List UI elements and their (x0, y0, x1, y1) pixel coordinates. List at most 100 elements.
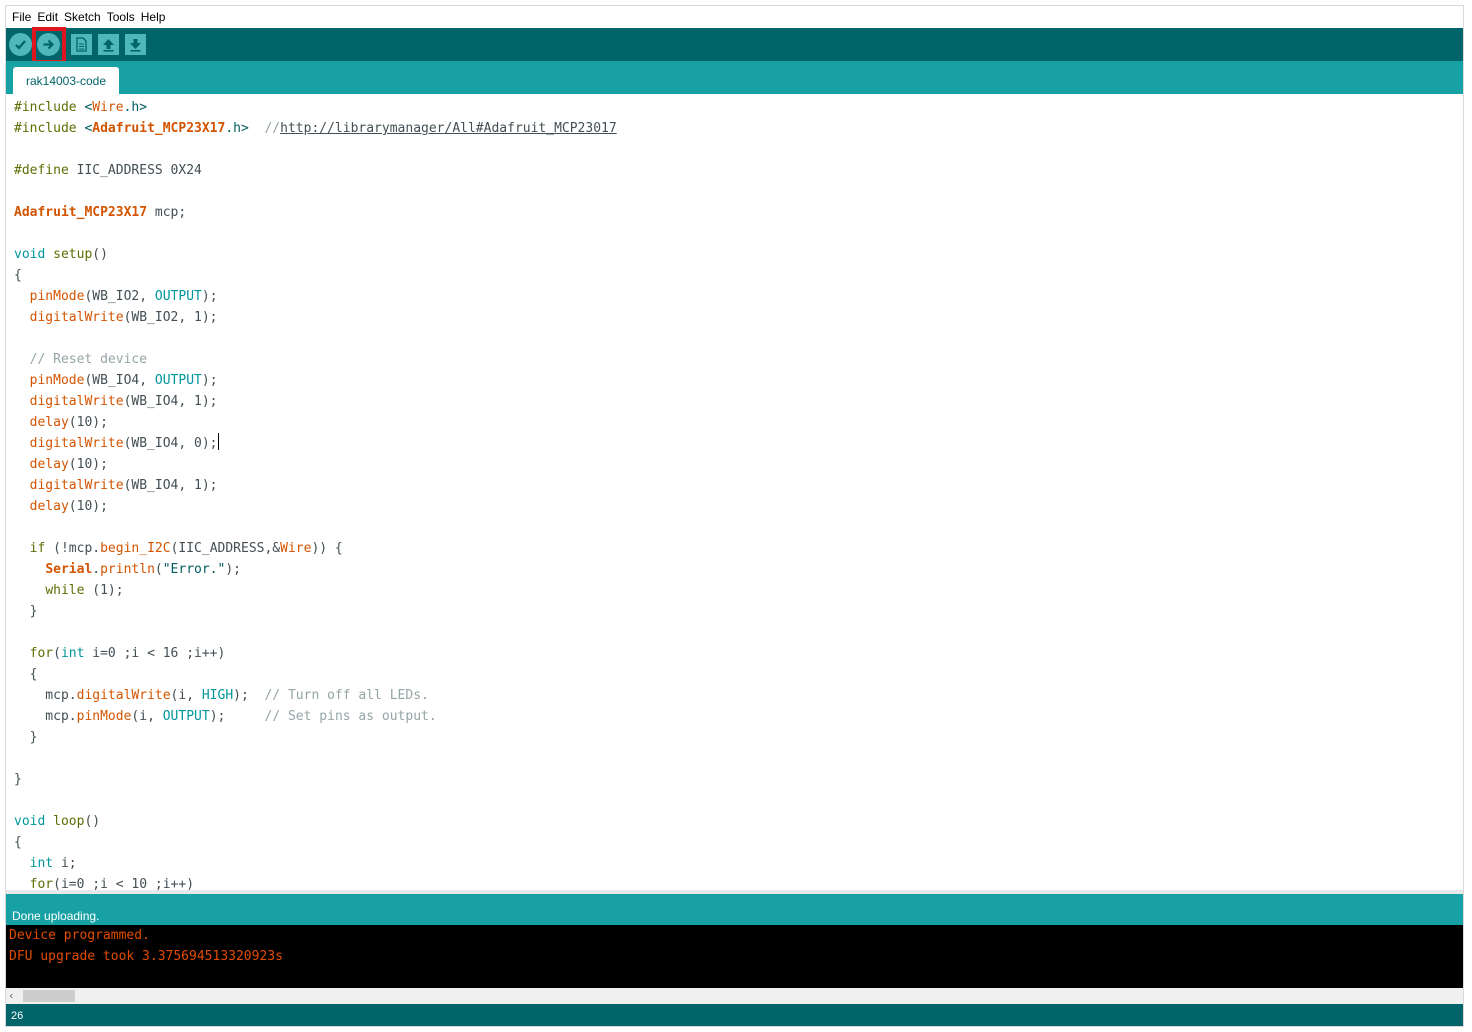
line-number: 26 (11, 1010, 24, 1022)
code-token: pinMode (29, 373, 85, 388)
code-token: int (29, 856, 54, 871)
code-token: // Set pins as output. (264, 709, 437, 724)
console-line: DFU upgrade took 3.375694513320923s (9, 949, 283, 964)
code-token: .h> (123, 100, 148, 115)
code-token: Adafruit_MCP23X17 (14, 205, 148, 220)
code-token: digitalWrite (76, 688, 171, 703)
open-icon (103, 38, 114, 52)
tab-sketch[interactable]: rak14003-code (13, 67, 119, 94)
code-token: println (100, 562, 155, 577)
code-line: { (14, 667, 38, 682)
code-token: digitalWrite (29, 436, 124, 451)
code-line: while (1); (45, 583, 124, 598)
menu-sketch[interactable]: Sketch (61, 10, 104, 24)
verify-icon (15, 40, 26, 50)
open-button[interactable] (98, 34, 119, 55)
scroll-left-icon[interactable]: ‹ (9, 989, 13, 1002)
code-editor[interactable]: #include <Wire.h> #include <Adafruit_MCP2… (6, 94, 1463, 890)
code-token: void (14, 814, 46, 829)
menu-file[interactable]: File (9, 10, 34, 24)
text-cursor (217, 433, 219, 450)
code-token: digitalWrite (29, 394, 124, 409)
code-token: if (29, 541, 46, 556)
code-line: #define IIC_ADDRESS 0X24 (14, 163, 202, 178)
code-token: begin_I2C (100, 541, 171, 556)
menu-help[interactable]: Help (138, 10, 169, 24)
code-token: pinMode (76, 709, 132, 724)
code-token: HIGH (201, 688, 234, 703)
code-token: "Error." (162, 562, 226, 577)
new-icon (76, 37, 87, 52)
code-line: Adafruit_MCP23X17 mcp; (14, 205, 187, 220)
code-line: } (14, 604, 38, 619)
save-icon (130, 38, 141, 52)
console-output: Device programmed. DFU upgrade took 3.375… (6, 925, 1463, 988)
code-line: } (14, 772, 22, 787)
code-line: // Reset device (14, 349, 617, 370)
horizontal-scrollbar[interactable]: ‹ (6, 988, 1463, 1004)
code-token: // Turn off all LEDs. (264, 688, 429, 703)
code-token: for (29, 646, 54, 661)
code-line: { (14, 835, 22, 850)
toolbar (6, 28, 1463, 61)
code-line: } (14, 730, 38, 745)
code-line: digitalWrite(WB_IO2, 1); (29, 310, 218, 325)
code-token: digitalWrite (29, 478, 124, 493)
status-message: Done uploading. (12, 909, 100, 923)
footer-bar: 26 (6, 1004, 1463, 1026)
code-token: // Reset device (29, 352, 148, 367)
code-line: int i; (29, 856, 77, 871)
tab-bar: rak14003-code (6, 61, 1463, 94)
code-line: delay(10); (29, 415, 108, 430)
code-token: while (45, 583, 85, 598)
code-token: setup (53, 247, 93, 262)
new-button[interactable] (71, 34, 92, 55)
code-text: #include <Wire.h> #include <Adafruit_MCP2… (14, 97, 617, 890)
code-token: Wire (92, 100, 124, 115)
code-token: Adafruit_MCP23X17 (92, 121, 226, 136)
code-token: #include (14, 100, 77, 115)
library-manager-link[interactable]: http://librarymanager/All#Adafruit_MCP23… (280, 121, 617, 136)
verify-button[interactable] (9, 33, 32, 56)
code-line: pinMode(WB_IO2, OUTPUT); (29, 289, 218, 304)
menu-tools[interactable]: Tools (104, 10, 138, 24)
scrollbar-thumb[interactable] (23, 990, 75, 1002)
code-line: mcp.pinMode(i, OUTPUT); // Set pins as o… (14, 709, 437, 724)
code-token: #include (14, 121, 77, 136)
code-line: Serial.println("Error."); (45, 562, 242, 577)
code-token: loop (53, 814, 85, 829)
code-token: void (14, 247, 46, 262)
code-token: Wire (280, 541, 312, 556)
code-line: void loop() (14, 814, 101, 829)
code-token: // (264, 121, 281, 136)
status-bar: Done uploading. (6, 894, 1463, 925)
arduino-ide-window: File Edit Sketch Tools Help rak14003-cod… (5, 5, 1464, 1027)
save-button[interactable] (125, 34, 146, 55)
code-line: mcp.digitalWrite(i, HIGH); // Turn off a… (14, 688, 429, 703)
code-token: OUTPUT (162, 709, 210, 724)
code-line: delay(10); (29, 499, 108, 514)
menu-edit[interactable]: Edit (34, 10, 61, 24)
code-token: OUTPUT (154, 289, 202, 304)
code-line: for(i=0 ;i < 10 ;i++) (29, 877, 195, 890)
code-token: delay (29, 499, 69, 514)
code-line: for(int i=0 ;i < 16 ;i++) (29, 646, 226, 661)
code-line: { (14, 268, 22, 283)
code-token: #define (14, 163, 69, 178)
code-line: #include <Adafruit_MCP23X17.h> //http://… (14, 118, 617, 139)
code-token: .h> (225, 121, 249, 136)
console-line: Device programmed. (9, 928, 150, 943)
code-line: pinMode(WB_IO4, OUTPUT); (29, 373, 218, 388)
code-line: #include <Wire.h> (14, 97, 617, 118)
upload-highlight-box (32, 27, 66, 64)
menu-bar: File Edit Sketch Tools Help (6, 6, 1463, 28)
code-token: OUTPUT (154, 373, 202, 388)
code-token: int (60, 646, 85, 661)
